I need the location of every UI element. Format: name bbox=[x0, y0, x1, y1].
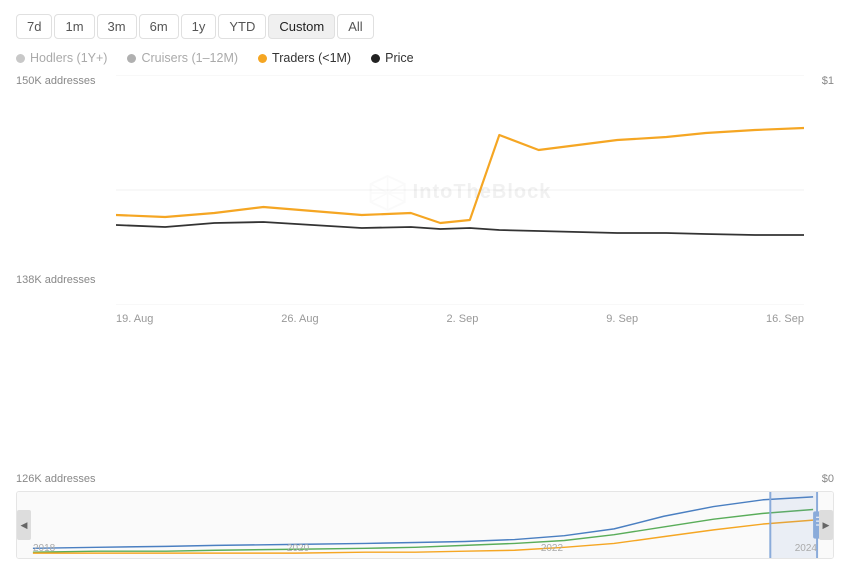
main-svg bbox=[116, 75, 804, 305]
y-top-label: 150K addresses bbox=[16, 75, 116, 87]
main-chart-area: 150K addresses 138K addresses 126K addre… bbox=[16, 75, 834, 485]
cruisers-dot bbox=[127, 54, 136, 63]
overview-svg bbox=[17, 492, 833, 558]
scroll-left-button[interactable]: ◀ bbox=[17, 510, 31, 540]
btn-1y[interactable]: 1y bbox=[181, 14, 217, 39]
hodlers-label: Hodlers (1Y+) bbox=[30, 51, 107, 65]
btn-ytd[interactable]: YTD bbox=[218, 14, 266, 39]
x-label-2: 2. Sep bbox=[447, 313, 479, 325]
y-right-top: $1 bbox=[822, 75, 834, 87]
chart-legend: Hodlers (1Y+) Cruisers (1–12M) Traders (… bbox=[16, 51, 834, 65]
y-axis-right: $1 $0 bbox=[804, 75, 834, 485]
legend-price: Price bbox=[371, 51, 413, 65]
price-label: Price bbox=[385, 51, 413, 65]
y-right-bot: $0 bbox=[822, 473, 834, 485]
btn-custom[interactable]: Custom bbox=[268, 14, 335, 39]
main-container: 7d 1m 3m 6m 1y YTD Custom All Hodlers (1… bbox=[0, 0, 850, 567]
btn-all[interactable]: All bbox=[337, 14, 373, 39]
x-label-0: 19. Aug bbox=[116, 313, 153, 325]
btn-6m[interactable]: 6m bbox=[139, 14, 179, 39]
btn-1m[interactable]: 1m bbox=[54, 14, 94, 39]
time-range-toolbar: 7d 1m 3m 6m 1y YTD Custom All bbox=[16, 14, 834, 39]
scroll-right-button[interactable]: ▶ bbox=[819, 510, 833, 540]
chart-svg-container: IntoTheBlock bbox=[116, 75, 804, 310]
cruisers-label: Cruisers (1–12M) bbox=[141, 51, 238, 65]
x-axis: 19. Aug 26. Aug 2. Sep 9. Sep 16. Sep bbox=[116, 310, 804, 325]
y-mid-label: 138K addresses bbox=[16, 274, 116, 286]
btn-3m[interactable]: 3m bbox=[97, 14, 137, 39]
legend-cruisers: Cruisers (1–12M) bbox=[127, 51, 238, 65]
overview-section: ◀ ▶ bbox=[16, 491, 834, 559]
price-dot bbox=[371, 54, 380, 63]
y-bot-label: 126K addresses bbox=[16, 473, 116, 485]
legend-hodlers: Hodlers (1Y+) bbox=[16, 51, 107, 65]
x-label-1: 26. Aug bbox=[281, 313, 318, 325]
x-label-3: 9. Sep bbox=[606, 313, 638, 325]
btn-7d[interactable]: 7d bbox=[16, 14, 52, 39]
traders-label: Traders (<1M) bbox=[272, 51, 351, 65]
hodlers-dot bbox=[16, 54, 25, 63]
x-label-4: 16. Sep bbox=[766, 313, 804, 325]
legend-traders: Traders (<1M) bbox=[258, 51, 351, 65]
y-axis-left: 150K addresses 138K addresses 126K addre… bbox=[16, 75, 116, 485]
traders-dot bbox=[258, 54, 267, 63]
